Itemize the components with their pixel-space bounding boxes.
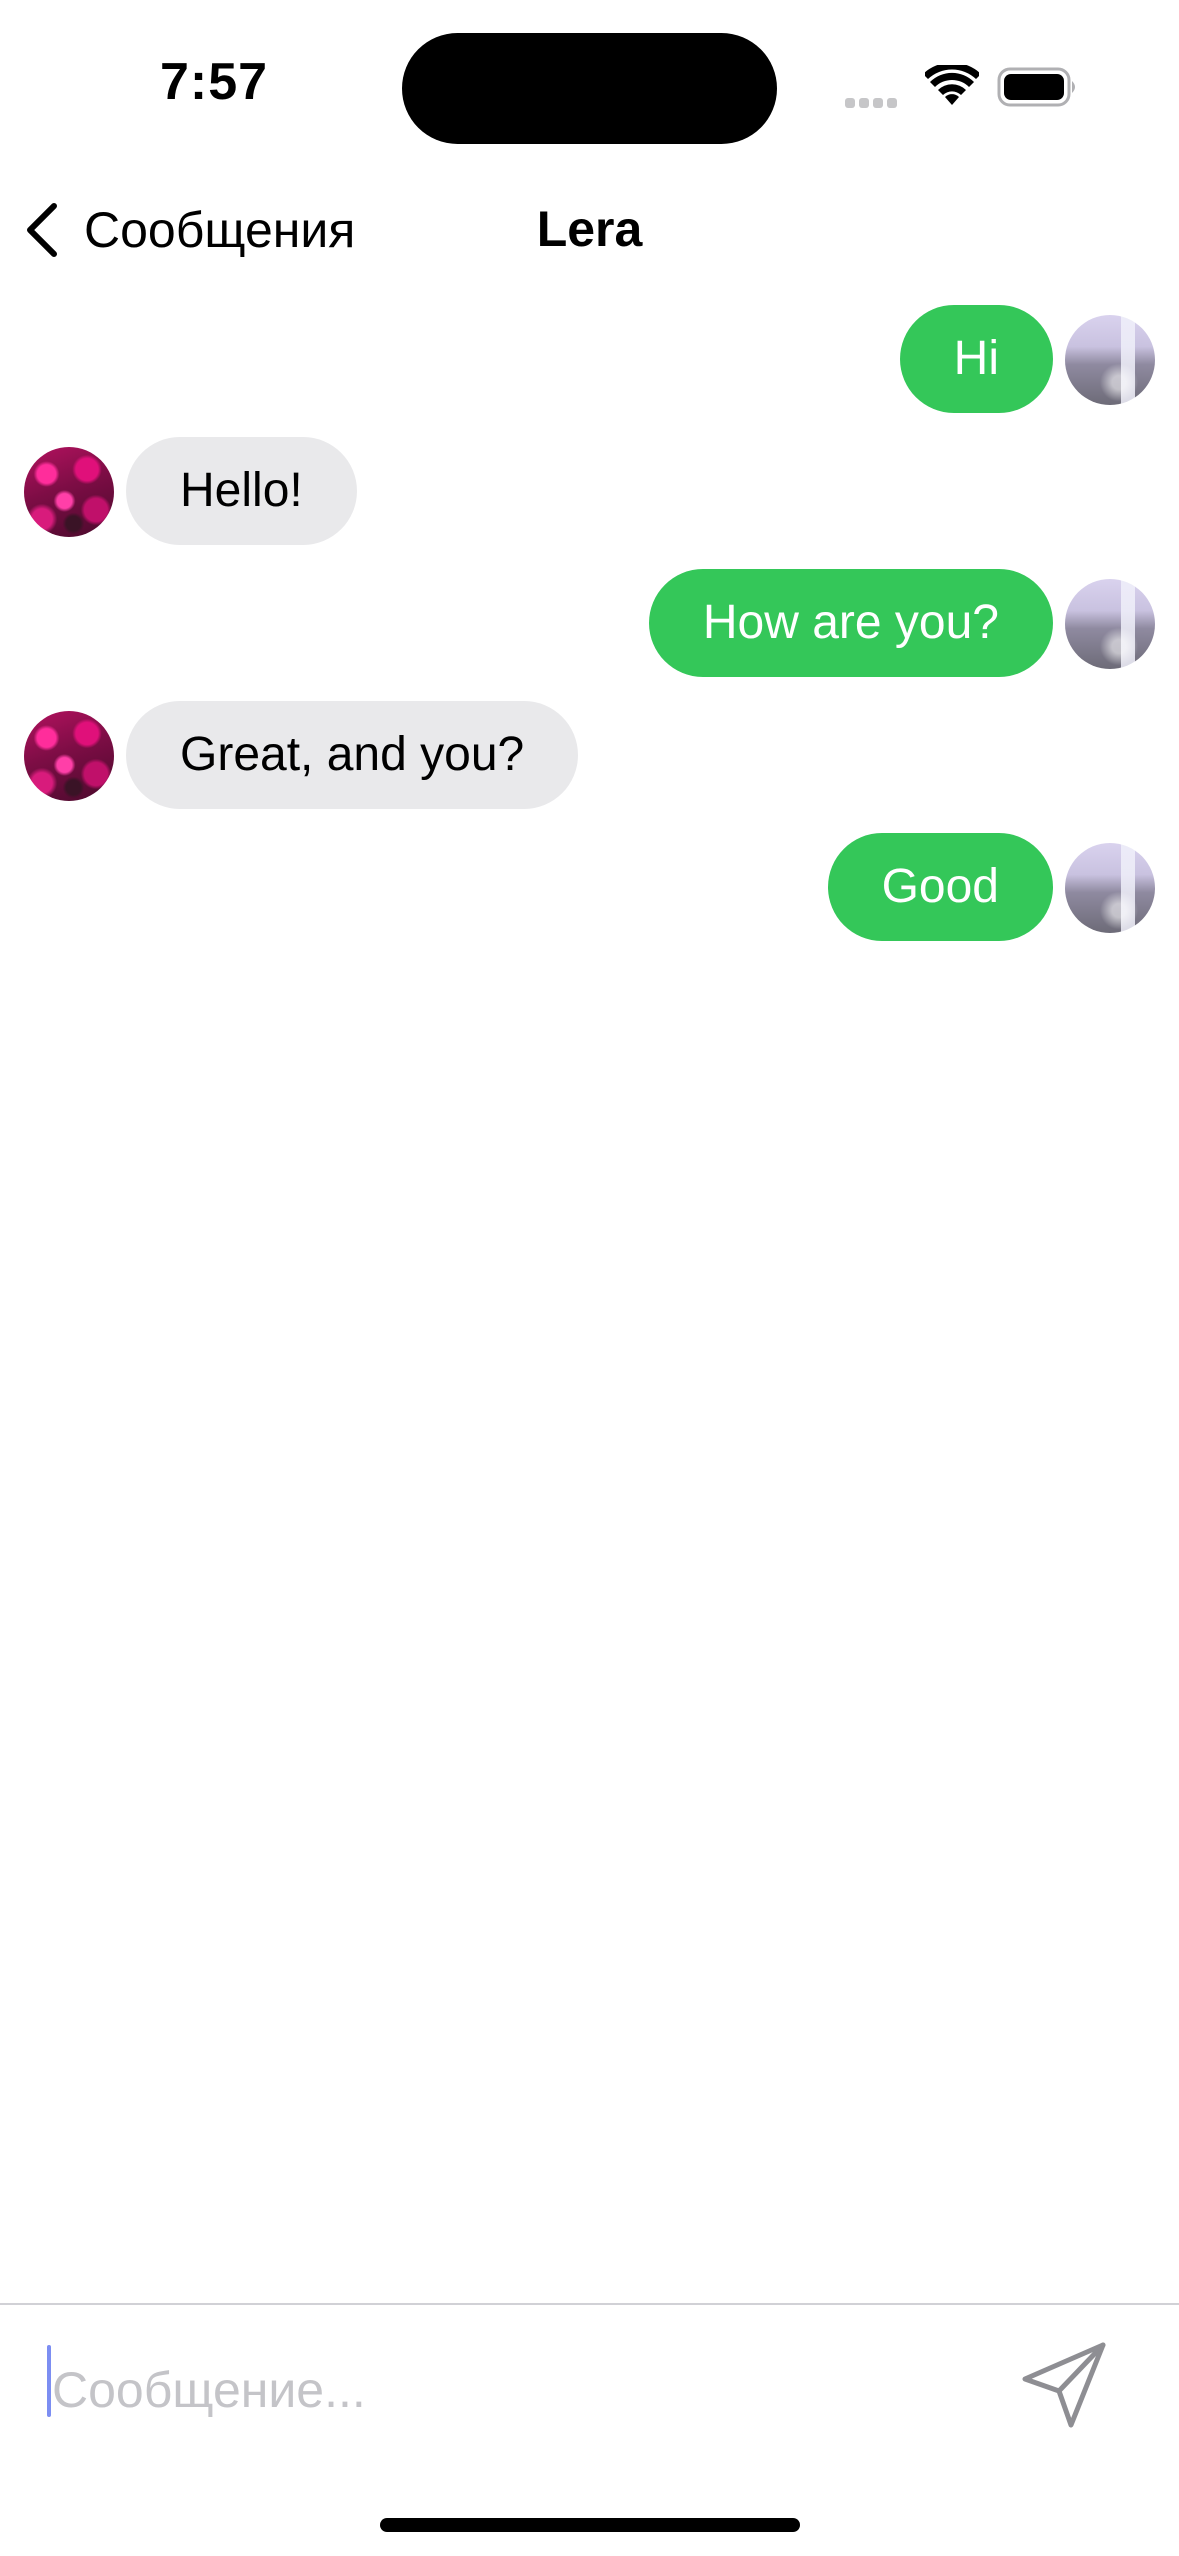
status-bar: 7:57: [0, 0, 1179, 170]
message-list[interactable]: Hi Hello! How are you? Great, and you? G…: [0, 295, 1179, 2285]
battery-icon: [997, 67, 1075, 107]
my-avatar: [1065, 843, 1155, 933]
my-avatar: [1065, 315, 1155, 405]
message-bubble-outgoing[interactable]: Good: [827, 833, 1053, 941]
message-row-outgoing: How are you?: [0, 569, 1179, 679]
cellular-signal-icon: [845, 95, 905, 108]
message-row-incoming: Hello!: [0, 437, 1179, 547]
home-indicator[interactable]: [380, 2518, 800, 2532]
message-row-outgoing: Good: [0, 833, 1179, 943]
message-input[interactable]: [48, 2345, 952, 2435]
message-row-incoming: Great, and you?: [0, 701, 1179, 811]
contact-avatar[interactable]: [24, 711, 114, 801]
chat-title: Lera: [536, 201, 643, 257]
chat-screen: 7:57 Сообщения Lera Hi Hello! How are yo…: [0, 0, 1179, 2556]
navigation-bar: Сообщения Lera: [0, 170, 1179, 285]
dynamic-island: [402, 33, 777, 144]
text-cursor: [47, 2345, 51, 2417]
message-bubble-incoming[interactable]: Hello!: [126, 437, 357, 545]
send-icon[interactable]: [1015, 2335, 1115, 2435]
wifi-icon: [925, 65, 979, 105]
message-row-outgoing: Hi: [0, 305, 1179, 415]
message-bubble-outgoing[interactable]: Hi: [899, 305, 1053, 413]
status-time: 7:57: [160, 53, 269, 111]
message-bubble-incoming[interactable]: Great, and you?: [126, 701, 579, 809]
my-avatar: [1065, 579, 1155, 669]
contact-avatar[interactable]: [24, 447, 114, 537]
message-bubble-outgoing[interactable]: How are you?: [648, 569, 1053, 677]
